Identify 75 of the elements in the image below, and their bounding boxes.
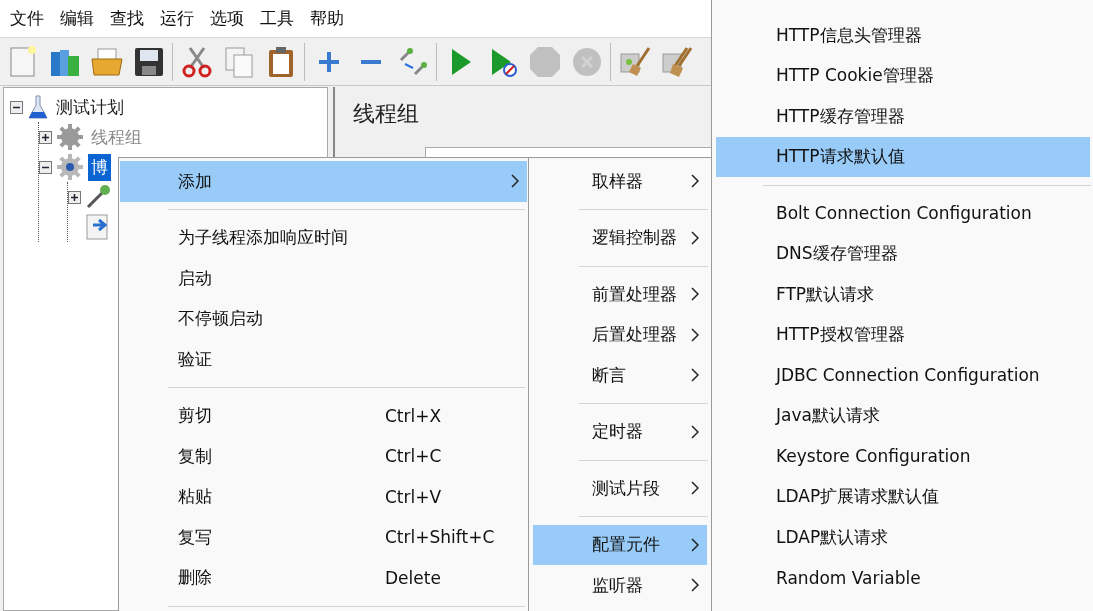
menu-title[interactable]: 工具 xyxy=(254,7,304,30)
menu-item[interactable]: LDAP默认请求 xyxy=(716,517,1090,558)
expand-toggle[interactable] xyxy=(68,190,81,204)
menu-item[interactable]: HTTP缓存管理器 xyxy=(716,96,1090,137)
menu-item[interactable]: Random Variable xyxy=(716,557,1090,598)
menu-item[interactable]: HTTP信息头管理器 xyxy=(716,15,1090,56)
menu-item[interactable]: 删除 Delete xyxy=(120,557,527,598)
chevron-right-icon xyxy=(691,287,699,302)
chevron-right-icon xyxy=(691,537,699,552)
panel-title: 线程组 xyxy=(353,100,419,128)
menu-item[interactable]: HTTP授权管理器 xyxy=(716,314,1090,355)
dropper-icon xyxy=(85,184,111,210)
scissors-icon xyxy=(181,45,212,78)
gear-icon xyxy=(56,123,84,151)
menu-item[interactable]: Keystore Configuration xyxy=(716,436,1090,477)
menu-item[interactable]: 断言 xyxy=(533,355,707,396)
menu-item[interactable]: Java默认请求 xyxy=(716,395,1090,436)
collapse-toggle[interactable] xyxy=(39,160,52,174)
menu-item[interactable]: 验证 xyxy=(120,339,527,380)
menu-item[interactable]: JDBC Connection Configuration xyxy=(716,355,1090,396)
chevron-right-icon xyxy=(511,174,519,189)
tree-item[interactable]: 测试计划 xyxy=(53,93,127,121)
chevron-right-icon xyxy=(691,481,699,496)
chevron-right-icon xyxy=(691,578,699,593)
broom-icon xyxy=(618,45,651,78)
close-circle-icon xyxy=(570,45,603,78)
chevron-right-icon xyxy=(691,424,699,439)
menu-title[interactable]: 运行 xyxy=(154,7,204,30)
shortcut-label: Ctrl+X xyxy=(385,405,442,426)
menu-item[interactable]: 测试片段 xyxy=(533,468,707,509)
menu-item[interactable]: 启动 xyxy=(120,258,527,299)
menu-title[interactable]: 选项 xyxy=(204,7,254,30)
menu-item[interactable]: DNS缓存管理器 xyxy=(716,233,1090,274)
menu-title[interactable]: 查找 xyxy=(104,7,154,30)
menu-item[interactable]: 后置处理器 xyxy=(533,314,707,355)
menu-item[interactable]: 为子线程添加响应时间 xyxy=(120,217,527,258)
folder-icon xyxy=(89,46,124,77)
menu-item[interactable]: 前置处理器 xyxy=(533,274,707,315)
menu-title[interactable]: 文件 xyxy=(4,7,54,30)
menu-item[interactable]: 配置元件 xyxy=(533,524,707,565)
menu-item[interactable]: FTP默认请求 xyxy=(716,274,1090,315)
minus-icon xyxy=(359,59,382,64)
flask-icon xyxy=(27,94,49,120)
collapse-toggle[interactable] xyxy=(10,100,23,114)
shortcut-label: Delete xyxy=(385,567,441,588)
chevron-right-icon xyxy=(691,174,699,189)
copy-icon xyxy=(222,45,255,78)
menu-item[interactable]: 剪切 Ctrl+X xyxy=(120,395,527,436)
menu-item[interactable]: Bolt Connection Configuration xyxy=(716,193,1090,234)
menu-item[interactable]: 复写 Ctrl+Shift+C xyxy=(120,517,527,558)
arrow-document-icon xyxy=(85,213,111,241)
chevron-right-icon xyxy=(691,327,699,342)
menu-title[interactable]: 编辑 xyxy=(54,7,104,30)
menu-item[interactable]: 监听器 xyxy=(533,565,707,606)
chevron-right-icon xyxy=(691,368,699,383)
menu-title[interactable]: 帮助 xyxy=(304,7,354,30)
shortcut-label: Ctrl+V xyxy=(385,486,442,507)
menu-item[interactable]: HTTP Cookie管理器 xyxy=(716,55,1090,96)
menu-item[interactable]: 逻辑控制器 xyxy=(533,217,707,258)
broom-icon xyxy=(660,45,693,78)
menu-item[interactable]: 定时器 xyxy=(533,411,707,452)
menu-item[interactable]: 粘贴 Ctrl+V xyxy=(120,476,527,517)
menu-item[interactable]: 不停顿启动 xyxy=(120,298,527,339)
stop-sign-icon xyxy=(527,44,562,79)
new-file-icon xyxy=(7,45,38,78)
chevron-right-icon xyxy=(691,230,699,245)
menu-item[interactable]: LDAP扩展请求默认值 xyxy=(716,476,1090,517)
menu-item[interactable]: 添加 xyxy=(120,161,527,202)
shortcut-label: Ctrl+C xyxy=(385,446,442,467)
menu-item[interactable]: 复制 Ctrl+C xyxy=(120,436,527,477)
tree-item[interactable]: 博 xyxy=(88,153,111,181)
menu-item[interactable]: 取样器 xyxy=(533,161,707,202)
menu-item[interactable]: HTTP请求默认值 xyxy=(716,136,1090,177)
shortcut-label: Ctrl+Shift+C xyxy=(385,527,495,548)
gear-icon xyxy=(56,153,84,181)
